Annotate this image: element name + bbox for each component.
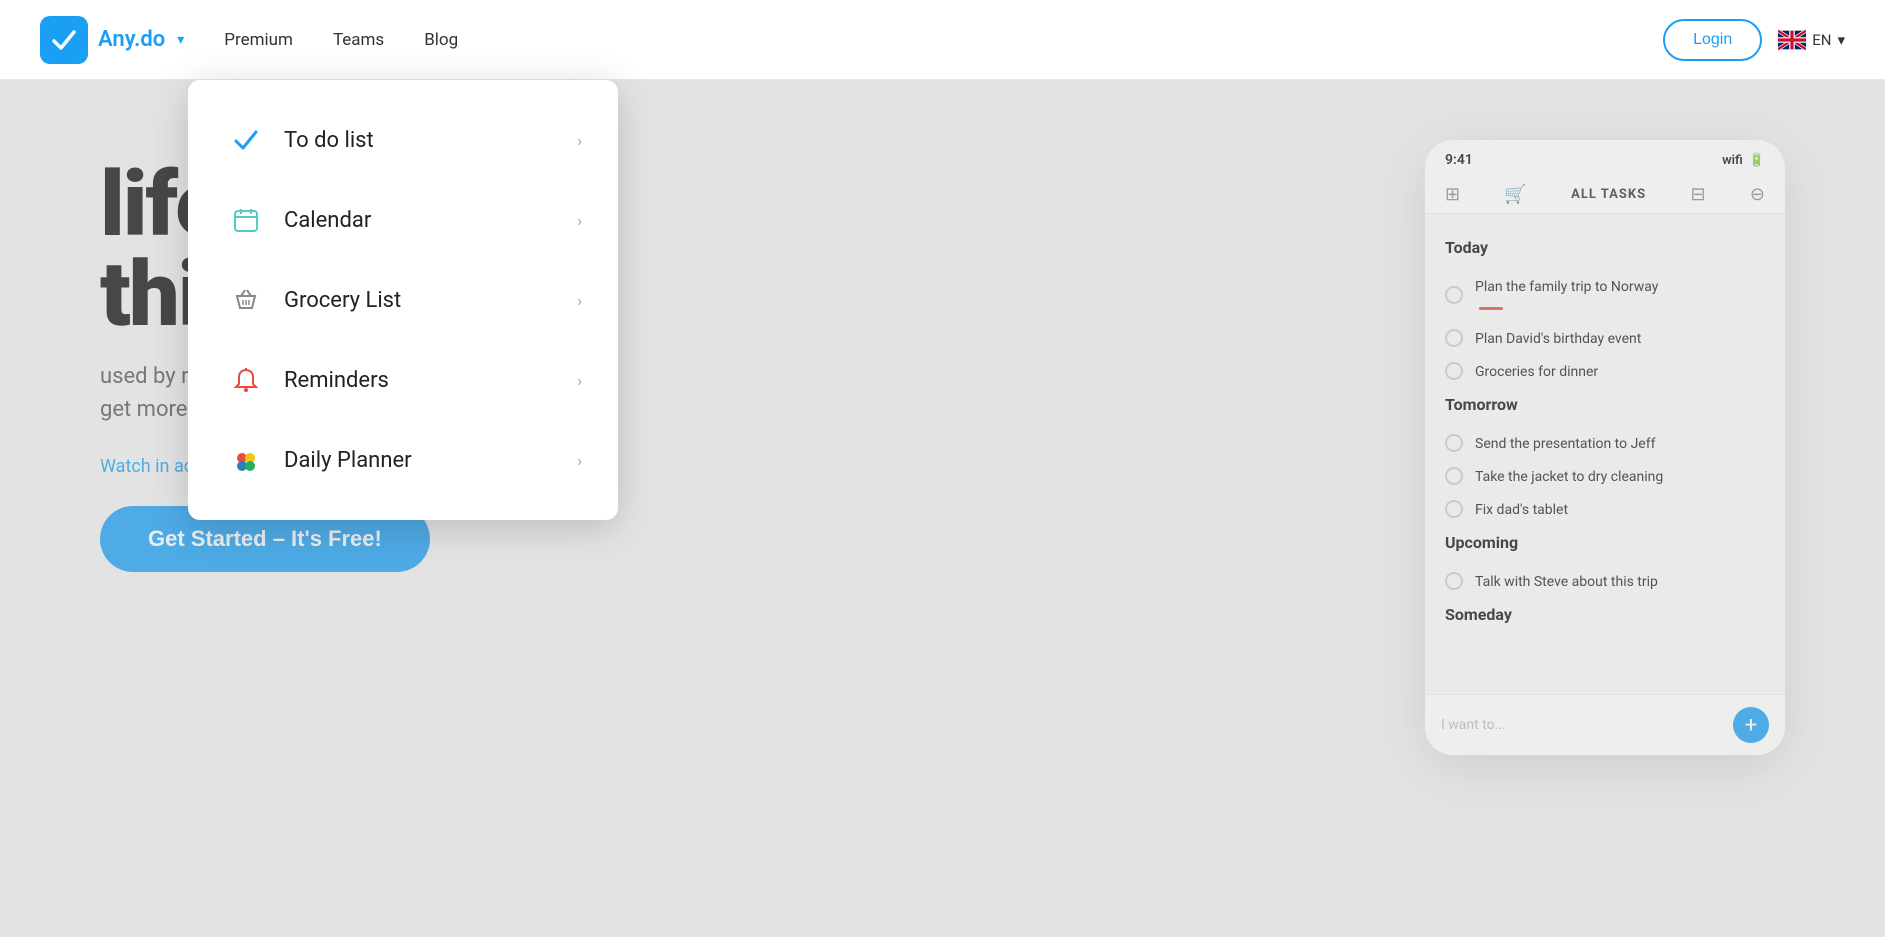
basket-icon — [224, 278, 268, 322]
menu-todo[interactable]: To do list› — [188, 100, 618, 180]
dots-icon — [224, 438, 268, 482]
logo-text[interactable]: Any.do — [98, 27, 165, 52]
menu-reminders[interactable]: Reminders› — [188, 340, 618, 420]
checkmark-icon — [224, 118, 268, 162]
menu-grocery[interactable]: Grocery List› — [188, 260, 618, 340]
menu-grocery-chevron: › — [577, 291, 582, 310]
menu-calendar-label: Calendar — [284, 208, 577, 233]
menu-reminders-chevron: › — [577, 371, 582, 390]
menu-daily-planner[interactable]: Daily Planner› — [188, 420, 618, 500]
menu-grocery-label: Grocery List — [284, 288, 577, 313]
logo-wrap[interactable]: Any.do ▾ — [40, 16, 184, 64]
dropdown-menu: To do list› Calendar› Grocery List› Remi… — [188, 80, 618, 520]
menu-todo-label: To do list — [284, 128, 577, 153]
calendar-icon — [224, 198, 268, 242]
nav-links: Premium Teams Blog — [224, 30, 458, 50]
login-button[interactable]: Login — [1663, 19, 1762, 61]
menu-calendar[interactable]: Calendar› — [188, 180, 618, 260]
nav-blog[interactable]: Blog — [424, 30, 458, 50]
menu-calendar-chevron: › — [577, 211, 582, 230]
flag-icon — [1778, 30, 1806, 50]
lang-chevron: ▾ — [1837, 31, 1845, 49]
navbar: Any.do ▾ Premium Teams Blog Login EN ▾ — [0, 0, 1885, 80]
menu-todo-chevron: › — [577, 131, 582, 150]
bell-icon — [224, 358, 268, 402]
nav-right: Login EN ▾ — [1663, 19, 1845, 61]
lang-label: EN — [1812, 31, 1831, 49]
nav-teams[interactable]: Teams — [333, 30, 384, 50]
language-selector[interactable]: EN ▾ — [1778, 30, 1845, 50]
menu-reminders-label: Reminders — [284, 368, 577, 393]
logo-caret: ▾ — [177, 32, 184, 48]
menu-daily-planner-chevron: › — [577, 451, 582, 470]
menu-daily-planner-label: Daily Planner — [284, 448, 577, 473]
logo-icon — [40, 16, 88, 64]
nav-premium[interactable]: Premium — [224, 30, 293, 50]
